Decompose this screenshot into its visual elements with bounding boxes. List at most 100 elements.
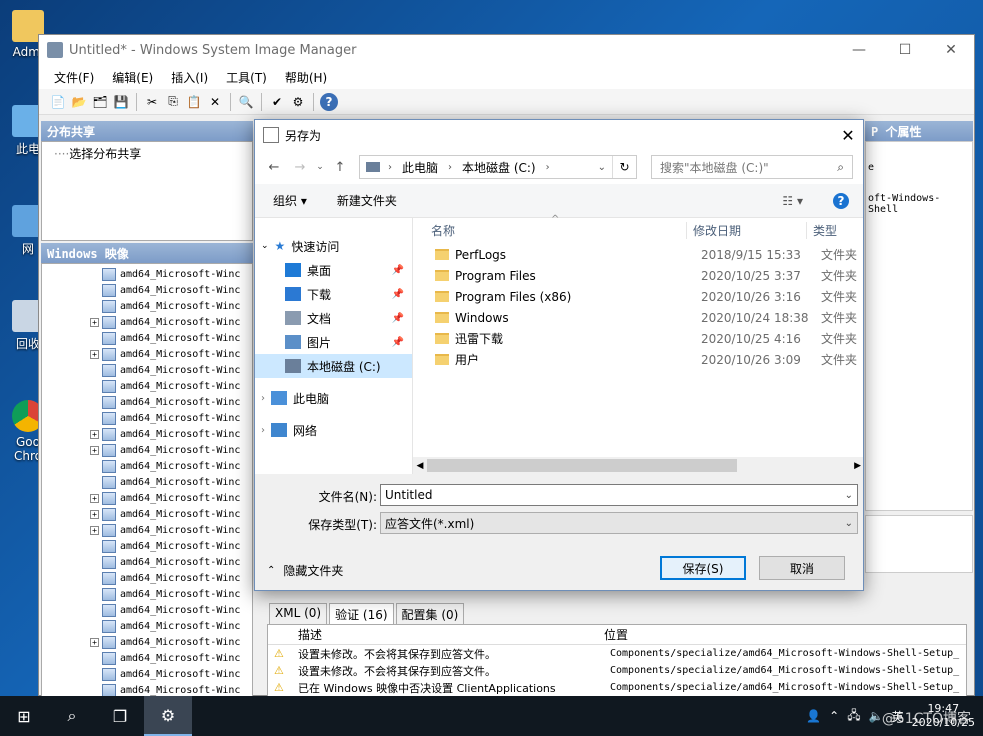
file-row[interactable]: Windows 2020/10/24 18:38 文件夹 xyxy=(413,307,863,328)
expand-icon[interactable]: + xyxy=(90,493,99,503)
tab-xml[interactable]: XML (0) xyxy=(269,603,328,625)
expand-icon[interactable]: + xyxy=(90,429,99,439)
file-row[interactable]: 迅雷下载 2020/10/25 4:16 文件夹 xyxy=(413,328,863,349)
menu-tools[interactable]: 工具(T) xyxy=(217,69,276,86)
back-arrow-icon[interactable]: ← xyxy=(261,160,287,175)
nav-item[interactable]: 桌面 📌 xyxy=(255,258,412,282)
validate-icon[interactable]: ✔ xyxy=(268,93,286,111)
file-row[interactable]: PerfLogs 2018/9/15 15:33 文件夹 xyxy=(413,244,863,265)
address-dropdown-icon[interactable]: ⌄ xyxy=(598,162,606,173)
nav-item[interactable]: 图片 📌 xyxy=(255,330,412,354)
recent-dropdown-icon[interactable]: ⌄ xyxy=(313,162,327,172)
expand-icon[interactable]: + xyxy=(90,349,99,359)
forward-arrow-icon[interactable]: → xyxy=(287,160,313,175)
address-bar[interactable]: › 此电脑 › 本地磁盘 (C:) › ⌄ ↻ xyxy=(359,155,637,179)
new-icon[interactable]: 📄 xyxy=(49,93,67,111)
refresh-icon[interactable]: ↻ xyxy=(612,156,636,178)
tab-config-set[interactable]: 配置集 (0) xyxy=(395,603,465,625)
help-icon[interactable]: ? xyxy=(320,92,338,111)
expand-icon[interactable]: + xyxy=(90,637,99,647)
tree-row[interactable]: amd64_Microsoft-Winc xyxy=(90,298,252,314)
horizontal-scrollbar[interactable]: ◀ ▶ xyxy=(413,457,863,474)
tree-row[interactable]: + amd64_Microsoft-Winc xyxy=(90,490,252,506)
nav-item[interactable]: 下载 📌 xyxy=(255,282,412,306)
tree-row[interactable]: + amd64_Microsoft-Winc xyxy=(90,634,252,650)
dialog-close-button[interactable]: ✕ xyxy=(833,126,863,145)
delete-icon[interactable]: ✕ xyxy=(206,93,224,111)
save-button[interactable]: 保存(S) xyxy=(660,556,746,580)
menu-help[interactable]: 帮助(H) xyxy=(276,69,336,86)
start-button[interactable]: ⊞ xyxy=(0,696,48,736)
column-description[interactable]: 描述 xyxy=(268,626,598,643)
chevron-down-icon[interactable]: ⌄ xyxy=(845,490,853,501)
maximize-button[interactable]: ☐ xyxy=(882,35,928,65)
tree-row[interactable]: amd64_Microsoft-Winc xyxy=(90,682,252,696)
tree-row[interactable]: amd64_Microsoft-Winc xyxy=(90,410,252,426)
tab-validation[interactable]: 验证 (16) xyxy=(329,603,394,625)
chevron-up-icon[interactable]: ⌃ xyxy=(829,709,839,723)
tree-row[interactable]: amd64_Microsoft-Winc xyxy=(90,474,252,490)
tree-row[interactable]: amd64_Microsoft-Winc xyxy=(90,282,252,298)
file-row[interactable]: Program Files (x86) 2020/10/26 3:16 文件夹 xyxy=(413,286,863,307)
pin-icon[interactable]: 📌 xyxy=(392,289,404,300)
expand-icon[interactable]: + xyxy=(90,317,99,327)
filename-input[interactable]: Untitled ⌄ xyxy=(380,484,858,506)
pin-icon[interactable]: 📌 xyxy=(392,265,404,276)
tree-row[interactable]: amd64_Microsoft-Winc xyxy=(90,330,252,346)
tree-row[interactable]: amd64_Microsoft-Winc xyxy=(90,266,252,282)
tree-row[interactable]: amd64_Microsoft-Winc xyxy=(90,618,252,634)
minimize-button[interactable]: — xyxy=(836,35,882,65)
search-icon[interactable]: ⌕ xyxy=(48,696,96,736)
tree-row[interactable]: amd64_Microsoft-Winc xyxy=(90,458,252,474)
expand-icon[interactable]: + xyxy=(90,445,99,455)
nav-network[interactable]: › 网络 xyxy=(255,418,412,442)
menu-edit[interactable]: 编辑(E) xyxy=(103,69,162,86)
config-icon[interactable]: ⚙ xyxy=(289,93,307,111)
file-row[interactable]: 用户 2020/10/26 3:09 文件夹 xyxy=(413,349,863,370)
view-options-icon[interactable]: ☷ ▾ xyxy=(782,194,803,208)
pin-icon[interactable]: 📌 xyxy=(392,337,404,348)
menu-insert[interactable]: 插入(I) xyxy=(162,69,217,86)
save-icon[interactable]: 💾 xyxy=(112,93,130,111)
up-arrow-icon[interactable]: ↑ xyxy=(327,160,353,175)
menu-file[interactable]: 文件(F) xyxy=(45,69,103,86)
copy-icon[interactable]: ⎘ xyxy=(164,93,182,111)
tree-row[interactable]: + amd64_Microsoft-Winc xyxy=(90,442,252,458)
nav-item[interactable]: 本地磁盘 (C:) xyxy=(255,354,412,378)
tree-row[interactable]: amd64_Microsoft-Winc xyxy=(90,602,252,618)
tree-row[interactable]: amd64_Microsoft-Winc xyxy=(90,362,252,378)
message-row[interactable]: ⚠ 已在 Windows 映像中否决设置 ClientApplications Co… xyxy=(268,679,966,696)
cut-icon[interactable]: ✂ xyxy=(143,93,161,111)
tree-row[interactable]: amd64_Microsoft-Winc xyxy=(90,378,252,394)
column-type[interactable]: 类型 xyxy=(807,222,837,239)
tree-row[interactable]: + amd64_Microsoft-Winc xyxy=(90,346,252,362)
paste-icon[interactable]: 📋 xyxy=(185,93,203,111)
scroll-left-icon[interactable]: ◀ xyxy=(413,461,427,471)
taskbar-wsim-app[interactable]: ⚙ xyxy=(144,696,192,736)
tree-row[interactable]: amd64_Microsoft-Winc xyxy=(90,394,252,410)
tree-row[interactable]: amd64_Microsoft-Winc xyxy=(90,650,252,666)
nav-this-pc[interactable]: › 此电脑 xyxy=(255,386,412,410)
scroll-right-icon[interactable]: ▶ xyxy=(854,461,861,471)
expand-icon[interactable]: + xyxy=(90,525,99,535)
pin-icon[interactable]: 📌 xyxy=(392,313,404,324)
search-icon[interactable]: 🔍 xyxy=(237,93,255,111)
tree-row[interactable]: amd64_Microsoft-Winc xyxy=(90,666,252,682)
new-folder-button[interactable]: 新建文件夹 xyxy=(337,192,397,209)
tree-row[interactable]: + amd64_Microsoft-Winc xyxy=(90,426,252,442)
open-icon[interactable]: 📂 xyxy=(70,93,88,111)
breadcrumb-this-pc[interactable]: 此电脑 xyxy=(396,159,444,176)
tree-row[interactable]: amd64_Microsoft-Winc xyxy=(90,554,252,570)
expand-icon[interactable]: + xyxy=(90,509,99,519)
tree-row[interactable]: + amd64_Microsoft-Winc xyxy=(90,506,252,522)
select-distribution-share[interactable]: ····选择分布共享 xyxy=(42,142,252,165)
tree-row[interactable]: amd64_Microsoft-Winc xyxy=(90,586,252,602)
column-name[interactable]: 名称 xyxy=(413,222,687,239)
network-tray-icon[interactable]: 🖧 xyxy=(847,706,860,727)
task-view-icon[interactable]: ❐ xyxy=(96,696,144,736)
file-row[interactable]: Program Files 2020/10/25 3:37 文件夹 xyxy=(413,265,863,286)
tree-row[interactable]: + amd64_Microsoft-Winc xyxy=(90,314,252,330)
cancel-button[interactable]: 取消 xyxy=(759,556,845,580)
nav-item[interactable]: 文档 📌 xyxy=(255,306,412,330)
organize-button[interactable]: 组织 ▾ xyxy=(273,192,307,209)
